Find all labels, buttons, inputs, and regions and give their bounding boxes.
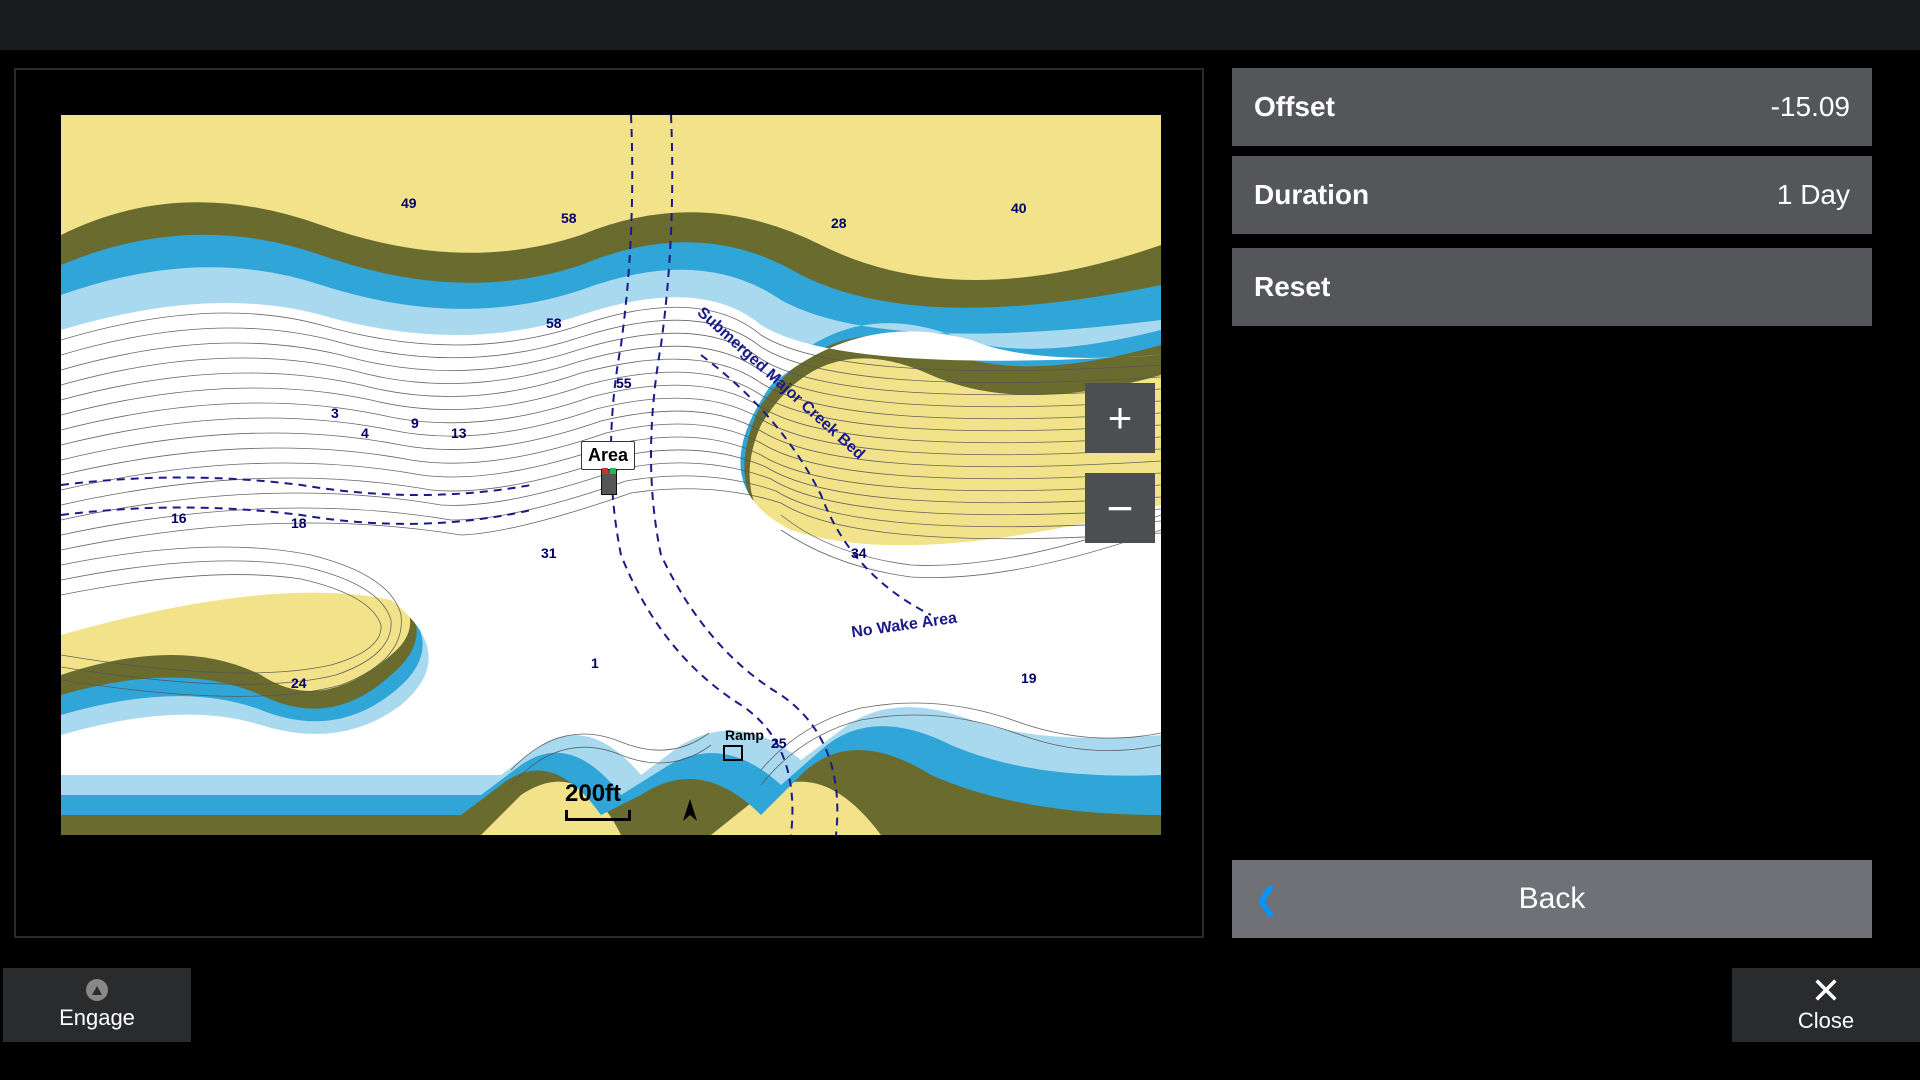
duration-menu-item[interactable]: Duration 1 Day [1232, 156, 1872, 234]
ramp-icon [723, 745, 743, 761]
duration-value: 1 Day [1777, 179, 1850, 211]
zoom-in-button[interactable]: + [1085, 383, 1155, 453]
bottom-bar: Engage Close [0, 960, 1920, 1080]
nautical-chart[interactable]: Area Ramp No Wake Area Submerged Major C… [61, 115, 1161, 835]
engage-label: Engage [59, 1005, 135, 1031]
zoom-controls: + − [1085, 383, 1155, 563]
close-icon [1812, 976, 1840, 1004]
duration-label: Duration [1254, 179, 1369, 211]
offset-menu-item[interactable]: Offset -15.09 [1232, 68, 1872, 146]
depth-number: 31 [541, 545, 557, 561]
depth-number: 4 [361, 425, 369, 441]
reset-menu-item[interactable]: Reset [1232, 248, 1872, 326]
engage-icon [86, 979, 108, 1001]
offset-value: -15.09 [1771, 91, 1850, 123]
engage-button[interactable]: Engage [3, 968, 191, 1042]
depth-number: 1 [591, 655, 599, 671]
depth-number: 16 [171, 510, 187, 526]
depth-number: 19 [1021, 670, 1037, 686]
depth-number: 58 [561, 210, 577, 226]
main-area: Area Ramp No Wake Area Submerged Major C… [0, 50, 1920, 950]
back-button[interactable]: ❮ Back [1232, 860, 1872, 938]
settings-panel: Offset -15.09 Duration 1 Day Reset ❮ Bac… [1232, 68, 1892, 938]
area-marker-label[interactable]: Area [581, 441, 635, 470]
offset-label: Offset [1254, 91, 1335, 123]
close-label: Close [1798, 1008, 1854, 1034]
depth-number: 25 [771, 735, 787, 751]
scale-indicator: 200ft [565, 780, 631, 821]
scale-bar-icon [565, 810, 631, 821]
depth-number: 18 [291, 515, 307, 531]
reset-label: Reset [1254, 271, 1330, 303]
back-label: Back [1519, 882, 1586, 916]
depth-number: 55 [616, 375, 632, 391]
depth-number: 3 [331, 405, 339, 421]
plus-icon: + [1108, 394, 1133, 442]
depth-number: 40 [1011, 200, 1027, 216]
depth-number: 9 [411, 415, 419, 431]
ramp-label: Ramp [725, 727, 764, 743]
depth-number: 34 [851, 545, 867, 561]
chevron-left-icon: ❮ [1254, 882, 1279, 917]
depth-number: 28 [831, 215, 847, 231]
close-button[interactable]: Close [1732, 968, 1920, 1042]
top-bar [0, 0, 1920, 50]
depth-number: 13 [451, 425, 467, 441]
north-arrow-icon [681, 799, 699, 821]
boat-icon [601, 469, 617, 495]
depth-number: 58 [546, 315, 562, 331]
depth-number: 24 [291, 675, 307, 691]
depth-number: 49 [401, 195, 417, 211]
zoom-out-button[interactable]: − [1085, 473, 1155, 543]
map-frame: Area Ramp No Wake Area Submerged Major C… [14, 68, 1204, 938]
scale-label: 200ft [565, 780, 621, 807]
